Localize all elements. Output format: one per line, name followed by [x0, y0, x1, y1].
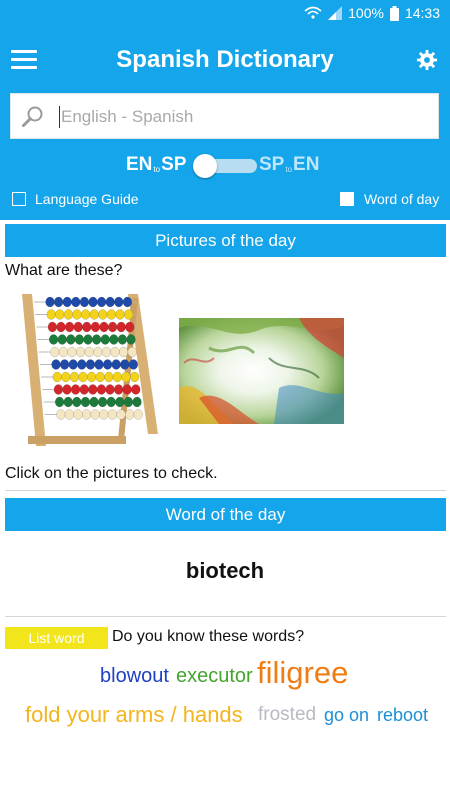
- direction-toggle-row: ENtoSP SPtoEN: [0, 150, 450, 180]
- marbled-picture[interactable]: [179, 318, 344, 424]
- cloud-word[interactable]: blowout: [100, 665, 169, 688]
- word-of-day-checkbox[interactable]: [340, 192, 354, 206]
- list-word-button[interactable]: List word: [5, 627, 108, 649]
- word-of-day-word[interactable]: biotech: [0, 558, 450, 584]
- en-to-sp-label[interactable]: ENtoSP: [126, 154, 186, 176]
- word-list-prompt: Do you know these words?: [112, 628, 305, 645]
- abacus-picture[interactable]: [8, 288, 166, 454]
- language-guide-checkbox[interactable]: [12, 192, 26, 206]
- app-title: Spanish Dictionary: [116, 46, 334, 73]
- app-bar: Spanish Dictionary ENtoSP SPtoEN: [0, 28, 450, 220]
- cloud-word[interactable]: filigree: [257, 655, 348, 691]
- options-row: Language Guide Word of day: [0, 188, 450, 212]
- cloud-word[interactable]: fold your arms / hands: [25, 702, 243, 728]
- cloud-word[interactable]: go on: [324, 705, 369, 726]
- status-bar: 100% 14:33: [0, 0, 450, 28]
- divider: [5, 616, 446, 617]
- search-input[interactable]: [59, 102, 423, 132]
- word-of-day-checkbox-label: Word of day: [364, 191, 440, 207]
- signal-icon: [328, 6, 343, 20]
- search-icon: [22, 106, 43, 127]
- direction-switch[interactable]: [193, 154, 257, 178]
- wifi-icon: [304, 6, 322, 19]
- cloud-word[interactable]: executor: [176, 665, 253, 688]
- clock: 14:33: [404, 5, 440, 21]
- language-guide-label: Language Guide: [35, 191, 139, 207]
- cloud-word[interactable]: reboot: [377, 705, 428, 726]
- pictures-of-day-header: Pictures of the day: [5, 224, 446, 257]
- battery-percent: 100%: [348, 5, 384, 21]
- pictures-question: What are these?: [5, 262, 123, 279]
- search-field[interactable]: [10, 93, 439, 139]
- pictures-hint: Click on the pictures to check.: [5, 465, 218, 482]
- cloud-word[interactable]: frosted: [258, 704, 316, 726]
- word-of-day-header: Word of the day: [5, 498, 446, 531]
- divider: [5, 490, 446, 491]
- gear-icon[interactable]: [416, 49, 438, 71]
- sp-to-en-label[interactable]: SPtoEN: [259, 154, 319, 176]
- battery-icon: [389, 5, 399, 21]
